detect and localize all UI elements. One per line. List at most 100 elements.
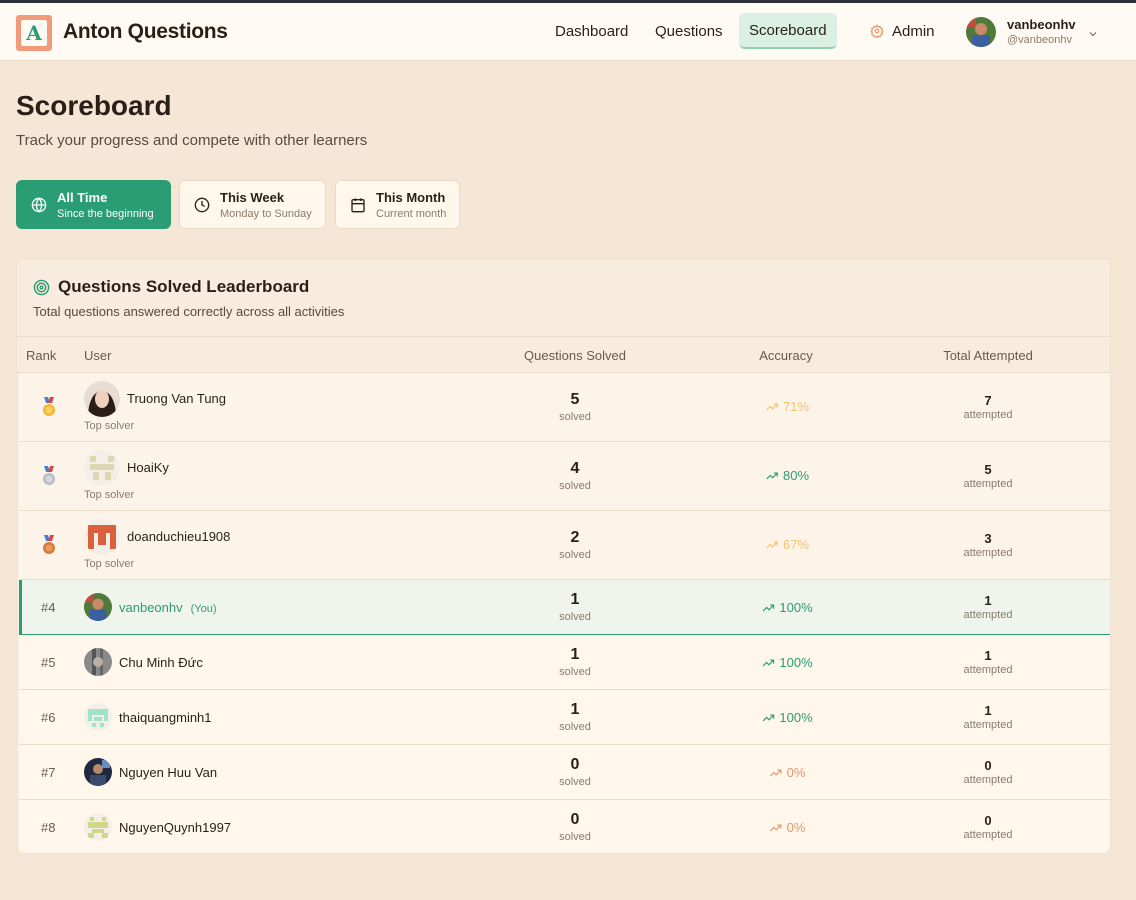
nav-admin[interactable]: Admin (860, 13, 945, 49)
page-subtitle: Track your progress and compete with oth… (16, 132, 368, 149)
accuracy-value: 67% (765, 537, 809, 552)
avatar (84, 519, 120, 555)
attempted-count: 5 (984, 462, 992, 477)
page-title: Scoreboard (16, 90, 172, 121)
solved-unit: solved (559, 776, 591, 788)
solved-unit: solved (559, 480, 591, 492)
accuracy-text: 67% (782, 537, 810, 552)
gear-icon (870, 24, 884, 38)
solved-unit: solved (559, 549, 591, 561)
table-row[interactable]: #6 thaiquangminh1 1 solved 100% 1 attemp… (19, 690, 1110, 745)
user-name-text: vanbeonhv (119, 600, 183, 615)
filter-this-week[interactable]: This Week Monday to Sunday (179, 180, 326, 229)
avatar (966, 17, 996, 47)
user-name: Truong Van Tung (127, 391, 227, 406)
clock-icon (194, 197, 210, 212)
brand-name[interactable]: Anton Questions (63, 20, 228, 44)
user-name: thaiquangminh1 (119, 710, 212, 725)
gold-medal-icon (43, 397, 55, 416)
attempted-unit: attempted (963, 719, 1013, 731)
avatar (84, 381, 120, 417)
accuracy-text: 0% (786, 820, 806, 835)
brand-logo-letter: A (21, 20, 47, 46)
solved-count: 0 (570, 756, 580, 773)
rank-number: #4 (41, 600, 56, 615)
top-solver-label: Top solver (84, 420, 135, 432)
accuracy-value: 0% (769, 765, 805, 780)
trend-up-icon (766, 541, 778, 548)
filter-title: This Month (376, 189, 446, 205)
avatar (84, 593, 112, 621)
brand-logo[interactable]: A (16, 15, 52, 51)
solved-count: 0 (570, 811, 580, 828)
trend-up-icon (762, 714, 775, 721)
accuracy-value: 100% (761, 600, 813, 615)
solved-count: 4 (570, 460, 580, 477)
filter-all-time[interactable]: All Time Since the beginning (16, 180, 171, 229)
filter-this-month[interactable]: This Month Current month (335, 180, 460, 229)
nav-scoreboard[interactable]: Scoreboard (739, 13, 837, 49)
user-menu[interactable]: vanbeonhv @vanbeonhv (966, 16, 1076, 48)
table-row-current-user[interactable]: #4 vanbeonhv (You) 1 solved 100% 1 attemp… (19, 580, 1110, 635)
rank-number: #6 (41, 710, 56, 725)
attempted-count: 1 (984, 593, 992, 608)
trend-up-icon (762, 659, 775, 666)
solved-unit: solved (559, 611, 591, 623)
user-name: vanbeonhv (1007, 16, 1076, 32)
attempted-unit: attempted (963, 478, 1013, 490)
column-header-solved: Questions Solved (524, 348, 626, 363)
table-row[interactable]: #8 NguyenQuynh1997 0 solved 0% 0 attempt… (19, 800, 1110, 853)
rank-number: #5 (41, 655, 56, 670)
rank-number: #8 (41, 820, 56, 835)
table-row[interactable]: #5 Chu Minh Đức 1 solved 100% 1 attempte… (19, 635, 1110, 690)
attempted-count: 7 (984, 393, 992, 408)
attempted-unit: attempted (963, 774, 1013, 786)
nav-dashboard[interactable]: Dashboard (545, 13, 638, 49)
trend-up-icon (769, 824, 782, 831)
table-row[interactable]: doanduchieu1908 Top solver 2 solved 67% … (19, 511, 1110, 580)
avatar (84, 450, 120, 486)
attempted-unit: attempted (963, 829, 1013, 841)
solved-unit: solved (559, 666, 591, 678)
filter-title: All Time (57, 189, 108, 205)
nav-questions[interactable]: Questions (645, 13, 733, 49)
accuracy-text: 100% (779, 710, 813, 725)
solved-count: 1 (570, 591, 580, 608)
avatar (84, 703, 112, 731)
table-row[interactable]: Truong Van Tung Top solver 5 solved 71% … (19, 373, 1110, 442)
accuracy-value: 71% (765, 399, 809, 414)
chevron-down-icon[interactable] (1087, 28, 1099, 40)
user-name: vanbeonhv (You) (119, 600, 217, 615)
solved-unit: solved (559, 831, 591, 843)
user-name: Nguyen Huu Van (119, 765, 218, 780)
attempted-count: 3 (984, 531, 992, 546)
accuracy-text: 80% (782, 468, 810, 483)
nav-admin-label: Admin (892, 22, 935, 40)
calendar-icon (351, 197, 365, 212)
rank-number: #7 (41, 765, 56, 780)
table-row[interactable]: #7 Nguyen Huu Van 0 solved 0% 0 attempte… (19, 745, 1110, 800)
table-header: Rank User Questions Solved Accuracy Tota… (17, 336, 1110, 373)
trend-up-icon (766, 472, 778, 479)
leaderboard-description: Total questions answered correctly acros… (33, 304, 345, 319)
avatar (84, 758, 112, 786)
accuracy-text: 100% (779, 655, 813, 670)
accuracy-value: 100% (761, 710, 813, 725)
accuracy-text: 71% (782, 399, 810, 414)
table-row[interactable]: HoaiKy Top solver 4 solved 80% 5 attempt… (19, 442, 1110, 511)
accuracy-value: 100% (761, 655, 813, 670)
top-navbar: A Anton Questions Dashboard Questions Sc… (0, 3, 1136, 61)
filter-subtitle: Monday to Sunday (220, 207, 312, 220)
leaderboard-title: Questions Solved Leaderboard (58, 277, 310, 296)
user-name: HoaiKy (127, 460, 169, 475)
accuracy-value: 80% (765, 468, 809, 483)
accuracy-value: 0% (769, 820, 806, 835)
user-name: Chu Minh Đức (119, 655, 203, 670)
attempted-unit: attempted (963, 664, 1013, 676)
attempted-count: 0 (984, 758, 992, 773)
attempted-count: 1 (984, 703, 992, 718)
silver-medal-icon (43, 466, 55, 485)
filter-subtitle: Since the beginning (57, 207, 154, 220)
leaderboard-card: Questions Solved Leaderboard Total quest… (16, 258, 1111, 854)
attempted-count: 1 (984, 648, 992, 663)
